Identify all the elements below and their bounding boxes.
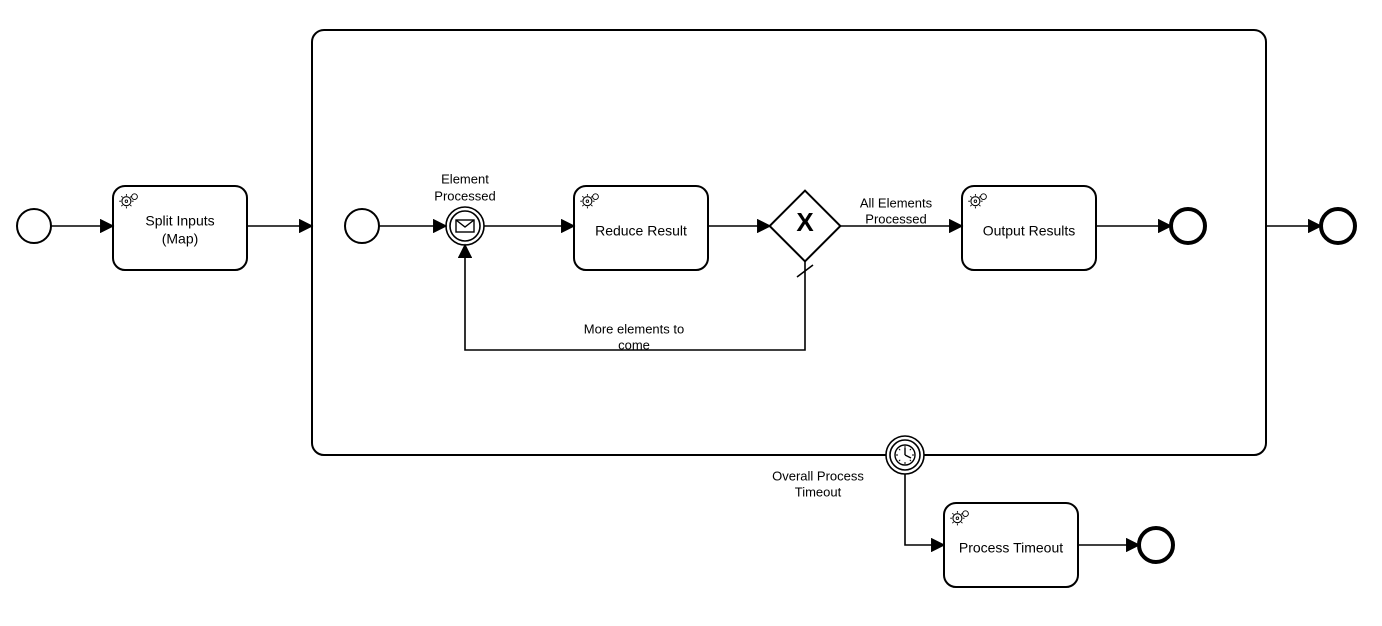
event-label: Processed	[434, 188, 495, 203]
task-split-inputs[interactable]: Split Inputs (Map)	[113, 186, 247, 270]
task-label: Reduce Result	[595, 223, 687, 239]
start-event-inner[interactable]	[345, 209, 379, 243]
event-element-processed[interactable]	[446, 207, 484, 245]
task-output-results[interactable]: Output Results	[962, 186, 1096, 270]
task-label: Split Inputs	[145, 213, 214, 229]
end-event-inner[interactable]	[1171, 209, 1205, 243]
start-event-outer[interactable]	[17, 209, 51, 243]
end-event-timeout[interactable]	[1139, 528, 1173, 562]
edge-label: All Elements	[860, 195, 933, 210]
gateway-x-icon: X	[796, 207, 814, 237]
boundary-timer-event[interactable]	[886, 436, 924, 474]
task-label: Output Results	[983, 223, 1076, 239]
edge-label: come	[618, 337, 650, 352]
end-event-outer[interactable]	[1321, 209, 1355, 243]
task-reduce-result[interactable]: Reduce Result	[574, 186, 708, 270]
task-label: (Map)	[162, 231, 199, 247]
clock-icon	[895, 445, 915, 465]
task-process-timeout[interactable]: Process Timeout	[944, 503, 1078, 587]
flow-timer-to-timeout-task	[905, 474, 944, 545]
event-label: Timeout	[795, 484, 842, 499]
message-icon	[456, 220, 474, 232]
event-label: Overall Process	[772, 468, 864, 483]
edge-label: More elements to	[584, 321, 684, 336]
task-label: Process Timeout	[959, 540, 1063, 556]
edge-label: Processed	[865, 211, 926, 226]
event-label: Element	[441, 171, 489, 186]
